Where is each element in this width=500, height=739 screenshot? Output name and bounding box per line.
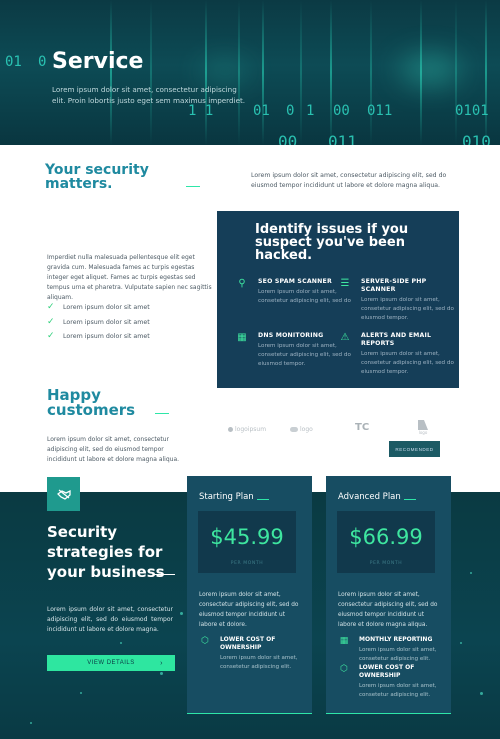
binary-text: 0 [38, 54, 47, 70]
client-logo: logo [290, 426, 313, 433]
binary-text: 01 [5, 54, 22, 70]
chevron-right-icon: › [160, 659, 163, 667]
plan-name: Advanced Plan [338, 492, 401, 502]
search-icon: ⚲ [238, 278, 246, 289]
check-list-item: ✓ Lorem ipsum dolor sit amet [47, 302, 150, 312]
plan-desc: Lorem ipsum dolor sit amet, consectetur … [338, 592, 438, 628]
plan-price: $45.99 [210, 525, 284, 549]
logo-text: logo [300, 426, 313, 433]
cube-icon: ⬡ [201, 636, 209, 646]
shield-badge [47, 477, 80, 511]
binary-text: 010 [462, 132, 491, 145]
binary-text: 01 [253, 103, 270, 119]
feature-alerts: ⚠ ALERTS AND EMAIL REPORTS Lorem ipsum d… [341, 332, 461, 377]
feature-php-scanner: ☰ SERVER-SIDE PHP SCANNER Lorem ipsum do… [341, 278, 461, 323]
logo-mark-icon [290, 427, 298, 432]
plan-feature: ⬡ LOWER COST OF OWNERSHIP Lorem ipsum do… [201, 636, 300, 672]
client-logo: TC [355, 422, 369, 433]
price-box: $45.99 PER MONTH [198, 511, 296, 573]
issues-heading: Identify issues if you suspect you've be… [255, 222, 409, 263]
pricing-card-starting: Starting Plan $45.99 PER MONTH Lorem ips… [187, 476, 312, 714]
client-logo: logoipsum [228, 426, 266, 433]
binary-text: 00 [333, 103, 350, 119]
cube-icon: ⬡ [340, 664, 348, 674]
plan-desc: Lorem ipsum dolor sit amet, consectetur … [199, 592, 299, 628]
price-box: $66.99 PER MONTH [337, 511, 435, 573]
accent-divider [257, 499, 269, 500]
accent-divider [404, 499, 416, 500]
check-icon: ✓ [47, 302, 55, 312]
check-label: Lorem ipsum dolor sit amet [63, 318, 150, 326]
issues-panel: Identify issues if you suspect you've be… [217, 211, 459, 388]
logo-mark-icon [228, 427, 233, 432]
accent-divider [153, 574, 175, 575]
binary-text: 00 [278, 132, 298, 145]
feature-desc: Lorem ipsum dolor sit amet, consetetur a… [361, 297, 454, 321]
plan-name: Starting Plan [199, 492, 254, 502]
binary-text: 011 [367, 103, 393, 119]
network-icon: ▦ [339, 636, 349, 646]
client-logo: logo [418, 420, 428, 435]
plan-feature: ▦ MONTHLY REPORTING Lorem ipsum dolor si… [340, 636, 439, 664]
feature-desc: Lorem ipsum dolor sit amet, consetetur a… [258, 343, 351, 367]
hero-subtitle: Lorem ipsum dolor sit amet, consectetur … [52, 85, 246, 105]
network-icon: ▦ [237, 332, 247, 343]
accent-divider [186, 186, 200, 187]
price-period: PER MONTH [230, 561, 264, 566]
binary-text: 0 [286, 103, 295, 119]
feature-title: ALERTS AND EMAIL REPORTS [361, 332, 432, 347]
binary-text: 1 [306, 103, 315, 119]
view-details-label: VIEW DETAILS [87, 660, 135, 666]
plan-feature-desc: Lorem ipsum dolor sit amet, consetetur a… [359, 647, 437, 662]
feature-desc: Lorem ipsum dolor sit amet, consetetur a… [258, 289, 351, 304]
binary-text: 0101 [455, 103, 489, 119]
check-icon: ✓ [47, 317, 55, 327]
logo-text: TC [355, 422, 370, 433]
plan-feature-title: LOWER COST OF OWNERSHIP [359, 664, 415, 679]
view-details-button[interactable]: VIEW DETAILS › [47, 655, 175, 671]
security-intro-text: Lorem ipsum dolor sit amet, consectetur … [251, 172, 447, 189]
binary-text: 011 [328, 132, 357, 145]
logo-mark-icon [418, 420, 428, 430]
plan-feature: ⬡ LOWER COST OF OWNERSHIP Lorem ipsum do… [340, 664, 439, 700]
logo-text: logo [418, 430, 428, 435]
security-heading-line2: matters. [45, 176, 113, 192]
plan-price: $66.99 [349, 525, 423, 549]
strategy-paragraph: Lorem ipsum dolor sit amet, consectetur … [47, 606, 173, 633]
hand-shield-icon [56, 489, 71, 500]
plan-feature-title: LOWER COST OF OWNERSHIP [220, 636, 276, 651]
server-icon: ☰ [340, 278, 350, 289]
check-label: Lorem ipsum dolor sit amet [63, 303, 150, 311]
pricing-card-advanced: Advanced Plan $66.99 PER MONTH Lorem ips… [326, 476, 451, 714]
recommended-button[interactable]: RECOMENDED [389, 441, 440, 457]
feature-title: SERVER-SIDE PHP SCANNER [361, 278, 427, 293]
happy-customers-paragraph: Lorem ipsum dolor sit amet, consectetur … [47, 436, 180, 463]
security-paragraph: Imperdiet nulla malesuada pellentesque e… [47, 254, 212, 301]
check-label: Lorem ipsum dolor sit amet [63, 332, 150, 340]
page-title: Service [52, 49, 144, 74]
feature-desc: Lorem ipsum dolor sit amet, consetetur a… [361, 351, 454, 375]
accent-divider [155, 413, 169, 414]
strategy-heading: Security strategies for your business [47, 523, 165, 581]
plan-feature-desc: Lorem ipsum dolor sit amet, consetetur a… [220, 655, 298, 670]
alert-icon: ⚠ [340, 332, 350, 343]
plan-feature-desc: Lorem ipsum dolor sit amet, consetetur a… [359, 683, 437, 698]
security-heading: Your security matters. [45, 163, 149, 191]
plan-feature-title: MONTHLY REPORTING [359, 636, 433, 643]
check-list-item: ✓ Lorem ipsum dolor sit amet [47, 331, 150, 341]
happy-heading-line2: customers [47, 401, 136, 419]
check-list-item: ✓ Lorem ipsum dolor sit amet [47, 317, 150, 327]
happy-customers-heading: Happy customers [47, 388, 135, 418]
logo-text: logoipsum [235, 426, 267, 433]
check-icon: ✓ [47, 331, 55, 341]
hero-banner: 01 0 1 1 01 0 1 00 011 0101 00 011 010 S… [0, 0, 500, 145]
price-period: PER MONTH [369, 561, 403, 566]
